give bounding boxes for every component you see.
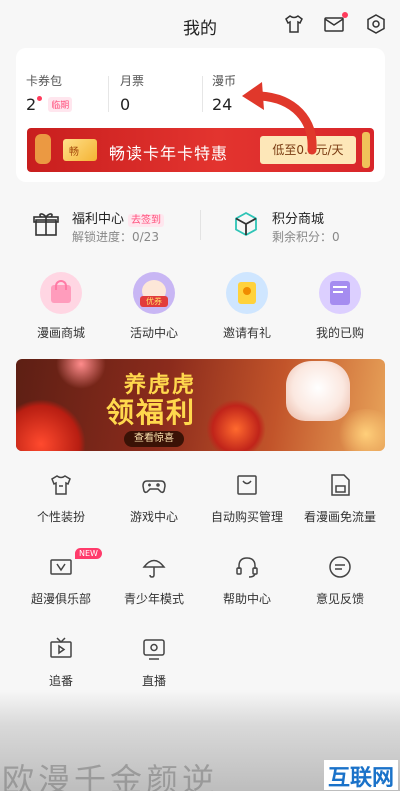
price-button[interactable]: 低至0.3元/天 <box>260 136 356 164</box>
grid-item-anime[interactable]: 追番 <box>11 626 111 689</box>
quick-label: 邀请有礼 <box>222 326 271 340</box>
card-icon: 畅 <box>63 139 97 161</box>
grid-label: 看漫画免流量 <box>303 510 376 524</box>
settings-icon[interactable] <box>364 12 388 36</box>
grid-item-auto-purchase[interactable]: 自动购买管理 <box>197 462 297 525</box>
monthly-ticket-count: 0 <box>120 95 131 114</box>
vip-icon <box>50 559 72 575</box>
gamepad-icon <box>142 480 166 494</box>
cube-icon <box>235 211 257 237</box>
grid-label: 自动购买管理 <box>210 510 283 524</box>
shopping-bag-icon <box>40 272 82 314</box>
watermark-logo: 互联网 <box>323 760 398 791</box>
monthly-ticket[interactable]: 月票 0 <box>120 72 144 122</box>
headset-icon <box>236 557 258 578</box>
top-bar: 我的 <box>0 0 400 48</box>
feedback-icon <box>329 556 351 578</box>
grid-item-free-data[interactable]: 看漫画免流量 <box>290 462 390 525</box>
points-mall[interactable]: 积分商城 剩余积分：0 <box>232 206 382 246</box>
wallet-card: 卡券包 2 临期 月票 0 漫币 24 畅 畅读卡年卡特惠 低至0.3元/天 <box>16 48 385 182</box>
tshirt-icon[interactable] <box>282 12 306 36</box>
promo-banner[interactable]: 养虎虎 领福利 查看惊喜 <box>16 359 385 451</box>
gift-card-icon <box>226 272 268 314</box>
quick-label: 我的已购 <box>315 326 364 340</box>
quick-item-purchased[interactable]: 我的已购 <box>290 266 390 341</box>
grid-item-games[interactable]: 游戏中心 <box>104 462 204 525</box>
quick-label: 活动中心 <box>129 326 178 340</box>
checkin-tag[interactable]: 去签到 <box>128 214 165 227</box>
grid-label: 超漫俱乐部 <box>30 592 91 606</box>
expiring-tag: 临期 <box>48 97 73 112</box>
annual-card-banner[interactable]: 畅 畅读卡年卡特惠 低至0.3元/天 <box>27 128 374 172</box>
coupon-count: 2 <box>26 95 37 114</box>
quick-item-manga-mall[interactable]: 漫画商城 <box>11 266 111 341</box>
new-badge: NEW <box>75 548 102 559</box>
grid-label: 青少年模式 <box>123 592 184 606</box>
lantern-ornament <box>35 134 51 164</box>
points-remaining: 剩余积分：0 <box>272 230 340 244</box>
mail-icon[interactable] <box>322 12 348 36</box>
sim-card-icon <box>331 474 350 496</box>
promo-title-line2: 领福利 <box>106 396 197 429</box>
tiger-character <box>286 361 350 421</box>
grid-item-live[interactable]: 直播 <box>104 626 204 689</box>
banner-title: 畅读卡年卡特惠 <box>109 144 229 163</box>
grid-label: 直播 <box>141 674 166 688</box>
grid-item-help[interactable]: 帮助中心 <box>197 544 297 607</box>
tshirt-icon <box>51 475 71 495</box>
grid-label: 个性装扮 <box>36 510 85 524</box>
tv-icon <box>50 637 72 658</box>
grid-item-dressup[interactable]: 个性装扮 <box>11 462 111 525</box>
unread-dot <box>342 12 348 18</box>
lion-head-decoration <box>206 399 266 451</box>
grid-item-feedback[interactable]: 意见反馈 <box>290 544 390 607</box>
grid-label: 游戏中心 <box>129 510 178 524</box>
umbrella-icon <box>142 559 166 578</box>
divider <box>200 210 201 240</box>
overlay-caption: 欧漫千金颜逆 <box>2 761 219 791</box>
gift-icon <box>33 213 59 236</box>
grid-label: 帮助中心 <box>222 592 271 606</box>
quick-item-activity-center[interactable]: 优券 活动中心 <box>104 266 204 341</box>
grid-item-teen-mode[interactable]: 青少年模式 <box>104 544 204 607</box>
grid-label: 追番 <box>48 674 73 688</box>
quick-item-invite[interactable]: 邀请有礼 <box>197 266 297 341</box>
grid-item-club[interactable]: NEW 超漫俱乐部 <box>11 544 111 607</box>
live-icon <box>143 639 165 660</box>
coupon-label: 卡券包 <box>26 74 63 88</box>
unlock-progress: 解锁进度：0/23 <box>72 230 159 244</box>
welfare-center[interactable]: 福利中心 去签到 解锁进度：0/23 <box>32 206 192 246</box>
coins-count: 24 <box>212 95 233 114</box>
divider <box>202 76 203 112</box>
coupon-pack[interactable]: 卡券包 2 临期 <box>26 72 73 122</box>
lantern-decoration <box>16 399 86 451</box>
welfare-row: 福利中心 去签到 解锁进度：0/23 积分商城 剩余积分：0 <box>0 196 400 252</box>
divider <box>108 76 109 112</box>
coupon-dot <box>37 96 43 101</box>
grid-label: 意见反馈 <box>315 592 364 606</box>
bag-icon <box>237 475 257 495</box>
points-mall-title: 积分商城 <box>272 212 325 227</box>
book-icon <box>319 272 361 314</box>
welfare-title: 福利中心 <box>72 212 125 227</box>
view-surprise-button[interactable]: 查看惊喜 <box>124 431 184 447</box>
quick-entries: 漫画商城 优券 活动中心 邀请有礼 我的已购 <box>0 266 400 346</box>
flower-decoration <box>56 359 106 389</box>
quick-label: 漫画商城 <box>36 326 85 340</box>
manga-coins[interactable]: 漫币 24 <box>212 72 236 122</box>
coins-label: 漫币 <box>212 74 237 88</box>
monthly-ticket-label: 月票 <box>120 74 145 88</box>
ornament <box>362 132 370 168</box>
activity-icon: 优券 <box>133 272 175 314</box>
